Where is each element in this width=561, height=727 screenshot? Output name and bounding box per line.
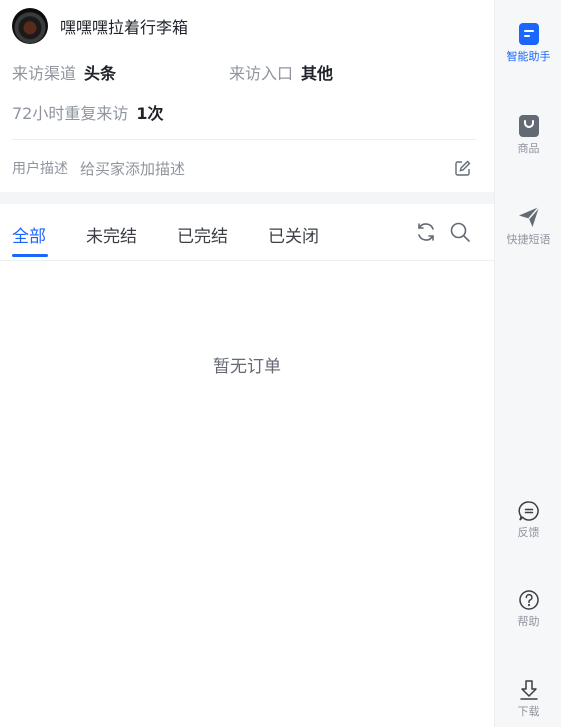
help-icon <box>518 590 539 610</box>
repeat-visit-value: 1次 <box>136 104 164 123</box>
download-icon <box>519 680 538 700</box>
refresh-icon[interactable] <box>414 220 438 244</box>
sidebar-item-feedback[interactable]: 反馈 <box>495 500 561 540</box>
sidebar-item-label: 反馈 <box>517 526 540 539</box>
section-gap <box>0 192 494 204</box>
user-description-placeholder[interactable]: 给买家添加描述 <box>80 158 185 179</box>
sidebar-item-label: 智能助手 <box>506 50 551 63</box>
visit-entry-value: 其他 <box>301 64 334 83</box>
sidebar-item-download[interactable]: 下载 <box>495 679 561 719</box>
user-description-row[interactable]: 用户描述 给买家添加描述 <box>12 156 476 180</box>
tab-all[interactable]: 全部 <box>12 222 46 247</box>
right-sidebar: 智能助手 商品 快捷短语 反馈 帮助 下载 <box>494 0 561 727</box>
visit-info-row: 来访渠道 头条 来访入口 其他 <box>12 60 333 84</box>
sidebar-item-product[interactable]: 商品 <box>495 114 561 156</box>
visit-entry-label: 来访入口 <box>229 64 294 83</box>
sidebar-item-label: 下载 <box>517 705 540 718</box>
edit-icon[interactable] <box>454 159 472 177</box>
repeat-visit-row: 72小时重复来访 1次 <box>12 100 164 124</box>
sidebar-item-assistant[interactable]: 智能助手 <box>495 22 561 64</box>
empty-orders-text: 暂无订单 <box>213 357 281 377</box>
send-paper-plane-icon <box>518 206 540 227</box>
customer-info-panel: 嘿嘿嘿拉着行李箱 来访渠道 头条 来访入口 其他 72小时重复来访 1次 用户描述… <box>0 0 494 727</box>
product-bag-icon <box>518 115 539 137</box>
info-divider <box>12 139 476 140</box>
assistant-icon <box>518 23 539 45</box>
search-icon[interactable] <box>448 220 472 244</box>
visit-channel-label: 来访渠道 <box>12 64 77 83</box>
sidebar-item-label: 快捷短语 <box>506 233 551 246</box>
repeat-visit-label: 72小时重复来访 <box>12 104 129 123</box>
user-name: 嘿嘿嘿拉着行李箱 <box>60 18 189 37</box>
sidebar-item-quick-phrases[interactable]: 快捷短语 <box>495 205 561 247</box>
user-header: 嘿嘿嘿拉着行李箱 <box>12 8 188 44</box>
avatar[interactable] <box>12 8 48 44</box>
feedback-icon <box>518 501 539 521</box>
tab-closed[interactable]: 已关闭 <box>268 222 319 247</box>
user-description-label: 用户描述 <box>12 161 68 177</box>
tab-unfinished[interactable]: 未完结 <box>86 222 137 247</box>
active-tab-indicator <box>12 254 48 257</box>
visit-channel-value: 头条 <box>84 64 117 83</box>
visit-entry: 来访入口 其他 <box>229 60 333 84</box>
tab-finished[interactable]: 已完结 <box>177 222 228 247</box>
order-tabs: 全部 未完结 已完结 已关闭 <box>0 204 494 261</box>
sidebar-item-label: 帮助 <box>517 615 540 628</box>
sidebar-item-help[interactable]: 帮助 <box>495 589 561 629</box>
sidebar-item-label: 商品 <box>517 142 540 155</box>
